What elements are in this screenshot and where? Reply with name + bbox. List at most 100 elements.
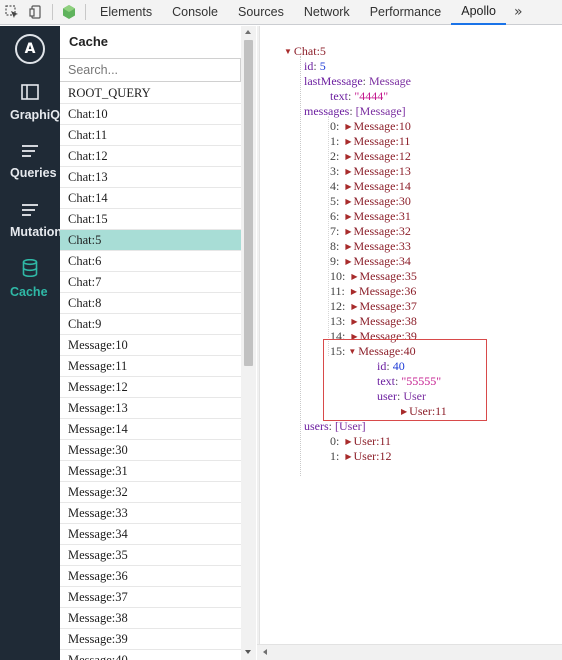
tree-root[interactable]: ▼ Chat:5: [284, 44, 326, 60]
collapsed-triangle-icon[interactable]: ▶: [351, 269, 357, 284]
toolbar-divider: [52, 4, 53, 20]
collapsed-triangle-icon[interactable]: ▶: [345, 194, 351, 209]
cache-list-item[interactable]: Chat:7: [60, 272, 241, 293]
field-users: users: [User]: [304, 419, 366, 433]
cache-list-item[interactable]: Chat:13: [60, 167, 241, 188]
tab-performance[interactable]: Performance: [360, 0, 452, 25]
message-row[interactable]: 8: ▶ Message:33: [330, 239, 411, 255]
field-messages: messages: [Message]: [304, 104, 406, 118]
cache-list-item[interactable]: Message:13: [60, 398, 241, 419]
toolbar-divider: [85, 4, 86, 20]
collapsed-triangle-icon[interactable]: ▶: [351, 284, 357, 299]
collapsed-triangle-icon[interactable]: ▶: [345, 134, 351, 149]
field-text: text: "4444": [330, 89, 389, 103]
cache-list-item[interactable]: Chat:15: [60, 209, 241, 230]
more-tabs-icon[interactable]: »: [506, 0, 531, 25]
cache-search-input[interactable]: [60, 58, 241, 82]
collapsed-triangle-icon[interactable]: ▶: [345, 119, 351, 134]
expanded-triangle-icon[interactable]: ▼: [284, 44, 292, 59]
cache-list-item[interactable]: Chat:14: [60, 188, 241, 209]
field-last-message: lastMessage: Message: [304, 74, 411, 88]
collapsed-triangle-icon[interactable]: ▶: [345, 449, 351, 464]
scroll-left-arrow-icon[interactable]: [263, 649, 267, 655]
sidebar-item-graphiql[interactable]: GraphiQL: [0, 84, 60, 122]
message-row[interactable]: 4: ▶ Message:14: [330, 179, 411, 195]
scroll-down-arrow-icon[interactable]: [245, 650, 251, 654]
tab-apollo[interactable]: Apollo: [451, 0, 506, 25]
tree-guide: [328, 116, 329, 356]
message-row[interactable]: 7: ▶ Message:32: [330, 224, 411, 240]
collapsed-triangle-icon[interactable]: ▶: [345, 209, 351, 224]
message-row[interactable]: 3: ▶ Message:13: [330, 164, 411, 180]
message-row[interactable]: 10: ▶ Message:35: [330, 269, 417, 285]
message-row[interactable]: 2: ▶ Message:12: [330, 149, 411, 165]
collapsed-triangle-icon[interactable]: ▶: [345, 224, 351, 239]
cache-list-item[interactable]: Message:14: [60, 419, 241, 440]
cache-list-item[interactable]: ROOT_QUERY: [60, 83, 241, 104]
database-icon: [0, 258, 60, 281]
cache-list-item[interactable]: Message:32: [60, 482, 241, 503]
cache-list-item[interactable]: Message:31: [60, 461, 241, 482]
cache-list-item[interactable]: Message:35: [60, 545, 241, 566]
cache-list-item[interactable]: Chat:11: [60, 125, 241, 146]
collapsed-triangle-icon[interactable]: ▶: [345, 149, 351, 164]
apollo-sidebar: A GraphiQL Queries Mutations Cache: [0, 26, 60, 660]
collapsed-triangle-icon[interactable]: ▶: [351, 299, 357, 314]
inspect-element-icon[interactable]: [0, 0, 24, 25]
collapsed-triangle-icon[interactable]: ▶: [345, 254, 351, 269]
collapsed-triangle-icon[interactable]: ▶: [345, 164, 351, 179]
sidebar-item-queries[interactable]: Queries: [0, 143, 60, 180]
message-row[interactable]: 5: ▶ Message:30: [330, 194, 411, 210]
cache-list-item[interactable]: Message:12: [60, 377, 241, 398]
cache-list-item[interactable]: Chat:8: [60, 293, 241, 314]
user-row[interactable]: 0: ▶ User:11: [330, 434, 391, 450]
collapsed-triangle-icon[interactable]: ▶: [351, 314, 357, 329]
mutations-icon: [0, 202, 60, 221]
sidebar-item-mutations[interactable]: Mutations: [0, 202, 60, 239]
message-row[interactable]: 6: ▶ Message:31: [330, 209, 411, 225]
cache-list-item[interactable]: Message:30: [60, 440, 241, 461]
message-row[interactable]: 0: ▶ Message:10: [330, 119, 411, 135]
cache-list-item[interactable]: Chat:12: [60, 146, 241, 167]
collapsed-triangle-icon[interactable]: ▶: [345, 434, 351, 449]
cache-list-item[interactable]: Message:10: [60, 335, 241, 356]
cache-list-item[interactable]: Message:40: [60, 650, 241, 660]
cache-scrollbar[interactable]: [241, 26, 256, 660]
collapsed-triangle-icon[interactable]: ▶: [345, 179, 351, 194]
cache-list-item[interactable]: Message:38: [60, 608, 241, 629]
cache-list-item[interactable]: Chat:6: [60, 251, 241, 272]
cache-list-item[interactable]: Message:33: [60, 503, 241, 524]
collapsed-triangle-icon[interactable]: ▶: [345, 239, 351, 254]
cache-list-item[interactable]: Message:39: [60, 629, 241, 650]
cache-list-item[interactable]: Message:36: [60, 566, 241, 587]
message-row[interactable]: 12: ▶ Message:37: [330, 299, 417, 315]
scrollbar-thumb[interactable]: [244, 40, 253, 366]
message-row[interactable]: 1: ▶ Message:11: [330, 134, 410, 150]
cache-list-item[interactable]: Chat:10: [60, 104, 241, 125]
horizontal-scrollbar[interactable]: [257, 644, 562, 660]
field-id: id: 5: [304, 59, 326, 73]
cache-list-item[interactable]: Message:34: [60, 524, 241, 545]
message-row[interactable]: 13: ▶ Message:38: [330, 314, 417, 330]
cache-list: ROOT_QUERY Chat:10 Chat:11 Chat:12 Chat:13 Ch…: [60, 83, 241, 660]
message-row[interactable]: 9: ▶ Message:34: [330, 254, 411, 270]
graphiql-icon: [0, 84, 60, 104]
user-row[interactable]: 1: ▶ User:12: [330, 449, 392, 465]
cache-list-item[interactable]: Message:11: [60, 356, 241, 377]
message-row[interactable]: 11: ▶ Message:36: [330, 284, 416, 300]
panel-divider: [257, 26, 260, 644]
scroll-up-arrow-icon[interactable]: [245, 30, 251, 34]
device-toolbar-icon[interactable]: [24, 0, 48, 25]
cache-list-item[interactable]: Chat:9: [60, 314, 241, 335]
highlight-box: [323, 339, 487, 421]
tab-network[interactable]: Network: [294, 0, 360, 25]
tab-sources[interactable]: Sources: [228, 0, 294, 25]
vue-extension-icon[interactable]: [57, 0, 81, 25]
cache-list-item[interactable]: Chat:5: [60, 230, 241, 251]
tab-elements[interactable]: Elements: [90, 0, 162, 25]
tree-guide: [300, 56, 301, 476]
cache-list-item[interactable]: Message:37: [60, 587, 241, 608]
queries-icon: [0, 143, 60, 162]
tab-console[interactable]: Console: [162, 0, 228, 25]
sidebar-item-cache[interactable]: Cache: [0, 258, 60, 299]
